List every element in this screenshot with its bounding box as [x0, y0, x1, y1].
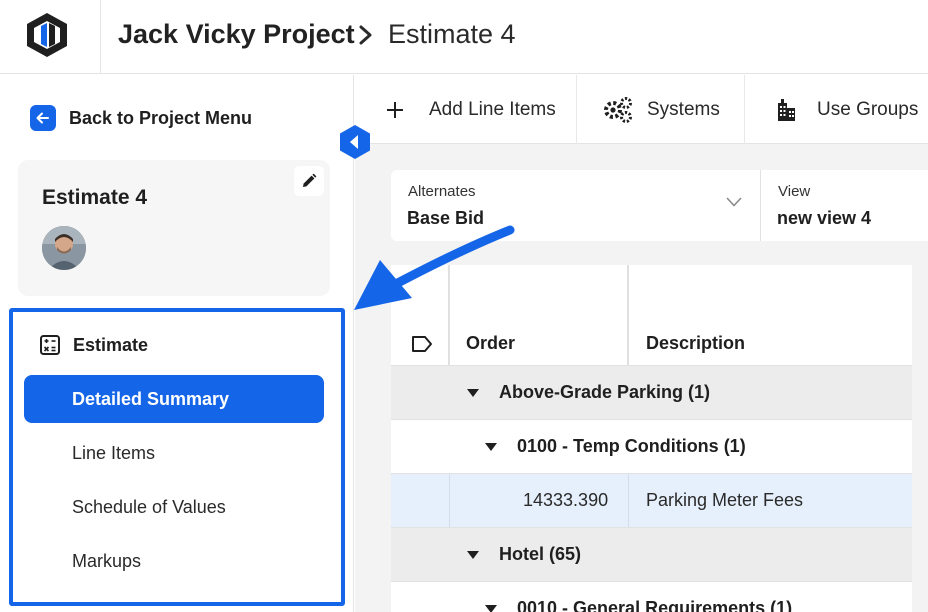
use-groups-button[interactable]: Use Groups [775, 75, 918, 144]
column-header-description[interactable]: Description [646, 333, 745, 354]
breadcrumb-project[interactable]: Jack Vicky Project [118, 19, 355, 50]
main-content: Add Line Items Systems Use Groups Altern… [355, 75, 928, 612]
add-line-items-label: Add Line Items [429, 98, 556, 120]
column-header-order[interactable]: Order [466, 333, 515, 354]
caret-down-icon[interactable] [467, 388, 479, 397]
sidebar-item-markups[interactable]: Markups [24, 537, 324, 585]
toolbar: Add Line Items Systems Use Groups [355, 75, 928, 144]
systems-label: Systems [647, 98, 720, 120]
sidebar-item-schedule-of-values[interactable]: Schedule of Values [24, 483, 324, 531]
breadcrumb-current: Estimate 4 [388, 19, 516, 49]
alternates-label: Alternates [408, 183, 476, 200]
plus-icon [387, 101, 403, 118]
estimate-card-title: Estimate 4 [42, 186, 148, 209]
caret-down-icon[interactable] [485, 604, 497, 612]
column-divider [628, 474, 629, 528]
estimate-nav-section: Estimate Detailed Summary Line Items Sch… [9, 308, 345, 606]
header-divider [100, 0, 101, 74]
sidebar: Back to Project Menu Estimate 4 Estimate… [0, 75, 354, 612]
brand-logo-icon[interactable] [26, 12, 68, 58]
sidebar-item-line-items[interactable]: Line Items [24, 429, 324, 477]
grid-header: Order Description [391, 265, 912, 365]
use-groups-label: Use Groups [817, 98, 919, 120]
subgroup-label: 0100 - Temp Conditions (1) [517, 436, 746, 456]
detailed-summary-grid: Order Description Above-Grade Parking (1… [391, 265, 912, 612]
selector-divider [760, 170, 761, 241]
avatar[interactable] [42, 226, 86, 270]
column-divider[interactable] [627, 265, 629, 365]
table-row[interactable]: Hotel (65) [391, 527, 912, 581]
caret-down-icon[interactable] [467, 550, 479, 559]
back-link-label: Back to Project Menu [69, 107, 253, 128]
chevron-left-icon[interactable] [337, 124, 373, 160]
chevron-down-icon[interactable] [725, 196, 743, 208]
column-divider [449, 474, 450, 528]
nav-section-label: Estimate [73, 334, 149, 355]
gears-icon [604, 96, 632, 123]
table-row[interactable]: 14333.390 Parking Meter Fees [391, 473, 912, 528]
table-row[interactable]: 0100 - Temp Conditions (1) [391, 419, 912, 473]
calculator-icon [40, 335, 60, 355]
app-header: Jack Vicky Project Estimate 4 [0, 0, 928, 74]
order-cell: 14333.390 [523, 490, 609, 510]
caret-down-icon[interactable] [485, 442, 497, 451]
description-cell: Parking Meter Fees [646, 490, 804, 510]
subgroup-label: 0010 - General Requirements (1) [517, 598, 793, 612]
estimate-selectors: Alternates Base Bid View new view 4 [391, 170, 928, 241]
toolbar-divider [576, 75, 577, 144]
nav-section-estimate: Estimate [39, 334, 148, 356]
building-icon [778, 98, 795, 121]
group-label: Above-Grade Parking (1) [499, 382, 711, 402]
tag-icon[interactable] [411, 335, 433, 353]
add-line-items-button[interactable]: Add Line Items [385, 75, 556, 144]
table-row[interactable]: Above-Grade Parking (1) [391, 365, 912, 419]
toolbar-divider [744, 75, 745, 144]
alternates-value: Base Bid [407, 208, 485, 228]
pencil-icon [303, 173, 317, 187]
edit-estimate-button[interactable] [294, 166, 324, 196]
column-divider[interactable] [448, 265, 450, 365]
view-label: View [778, 183, 811, 200]
group-label: Hotel (65) [499, 544, 582, 564]
estimate-card: Estimate 4 [18, 160, 330, 296]
back-to-project-menu-link[interactable]: Back to Project Menu [30, 105, 252, 131]
sidebar-item-detailed-summary[interactable]: Detailed Summary [24, 375, 324, 423]
arrow-left-icon [30, 105, 56, 131]
systems-button[interactable]: Systems [603, 75, 720, 144]
view-value: new view 4 [777, 208, 872, 228]
table-row[interactable]: 0010 - General Requirements (1) [391, 581, 912, 612]
chevron-right-icon [359, 25, 372, 45]
